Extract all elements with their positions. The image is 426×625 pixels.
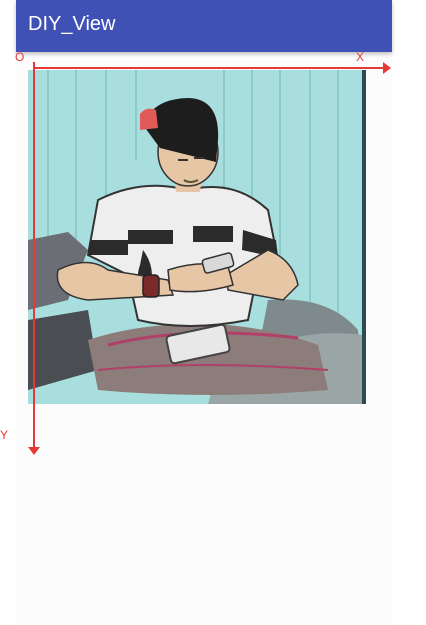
app-bar: DIY_View — [16, 0, 392, 52]
app-title: DIY_View — [28, 13, 116, 35]
photo-image — [28, 70, 366, 404]
x-axis-label: X — [356, 50, 365, 64]
y-axis-label: Y — [0, 428, 9, 442]
origin-label: O — [15, 50, 25, 64]
